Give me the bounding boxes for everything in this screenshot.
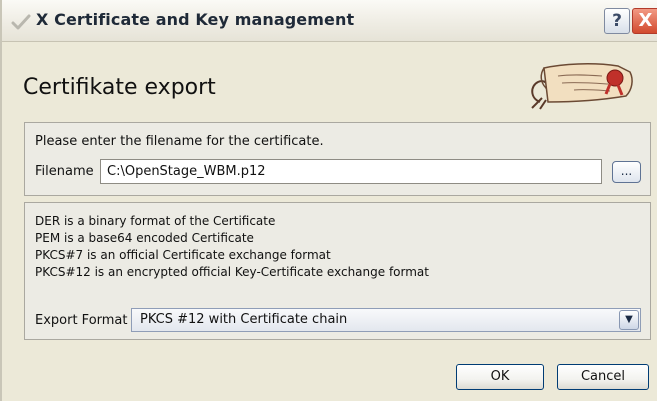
cancel-button[interactable]: Cancel: [557, 364, 649, 390]
scroll-logo-icon: [531, 63, 633, 110]
checkmark-icon: [11, 14, 31, 30]
export-format-label: Export Format: [35, 313, 128, 328]
export-format-value: PKCS #12 with Certificate chain: [140, 312, 348, 327]
filename-input[interactable]: [100, 159, 602, 184]
filename-group: Please enter the filename for the certif…: [24, 122, 651, 196]
page-title: Certifikate export: [23, 75, 216, 100]
help-button[interactable]: ?: [604, 8, 630, 34]
format-description-pem: PEM is a base64 encoded Certificate: [35, 231, 254, 245]
export-format-dropdown[interactable]: PKCS #12 with Certificate chain ▼: [131, 308, 641, 332]
export-format-group: DER is a binary format of the Certificat…: [24, 202, 651, 340]
format-description-pkcs12: PKCS#12 is an encrypted official Key-Cer…: [35, 265, 429, 279]
window-title: X Certificate and Key management: [36, 10, 355, 29]
close-button[interactable]: X: [632, 8, 657, 34]
filename-instruction: Please enter the filename for the certif…: [35, 134, 324, 149]
certificate-dialog: X Certificate and Key management ? X Cer…: [0, 0, 657, 401]
format-description-der: DER is a binary format of the Certificat…: [35, 214, 276, 228]
browse-button[interactable]: ...: [612, 161, 641, 183]
title-bar[interactable]: X Certificate and Key management ? X: [2, 0, 657, 42]
format-description-pkcs7: PKCS#7 is an official Certificate exchan…: [35, 248, 331, 262]
chevron-down-icon[interactable]: ▼: [619, 310, 639, 330]
filename-label: Filename: [35, 164, 94, 179]
ok-button[interactable]: OK: [456, 364, 544, 390]
